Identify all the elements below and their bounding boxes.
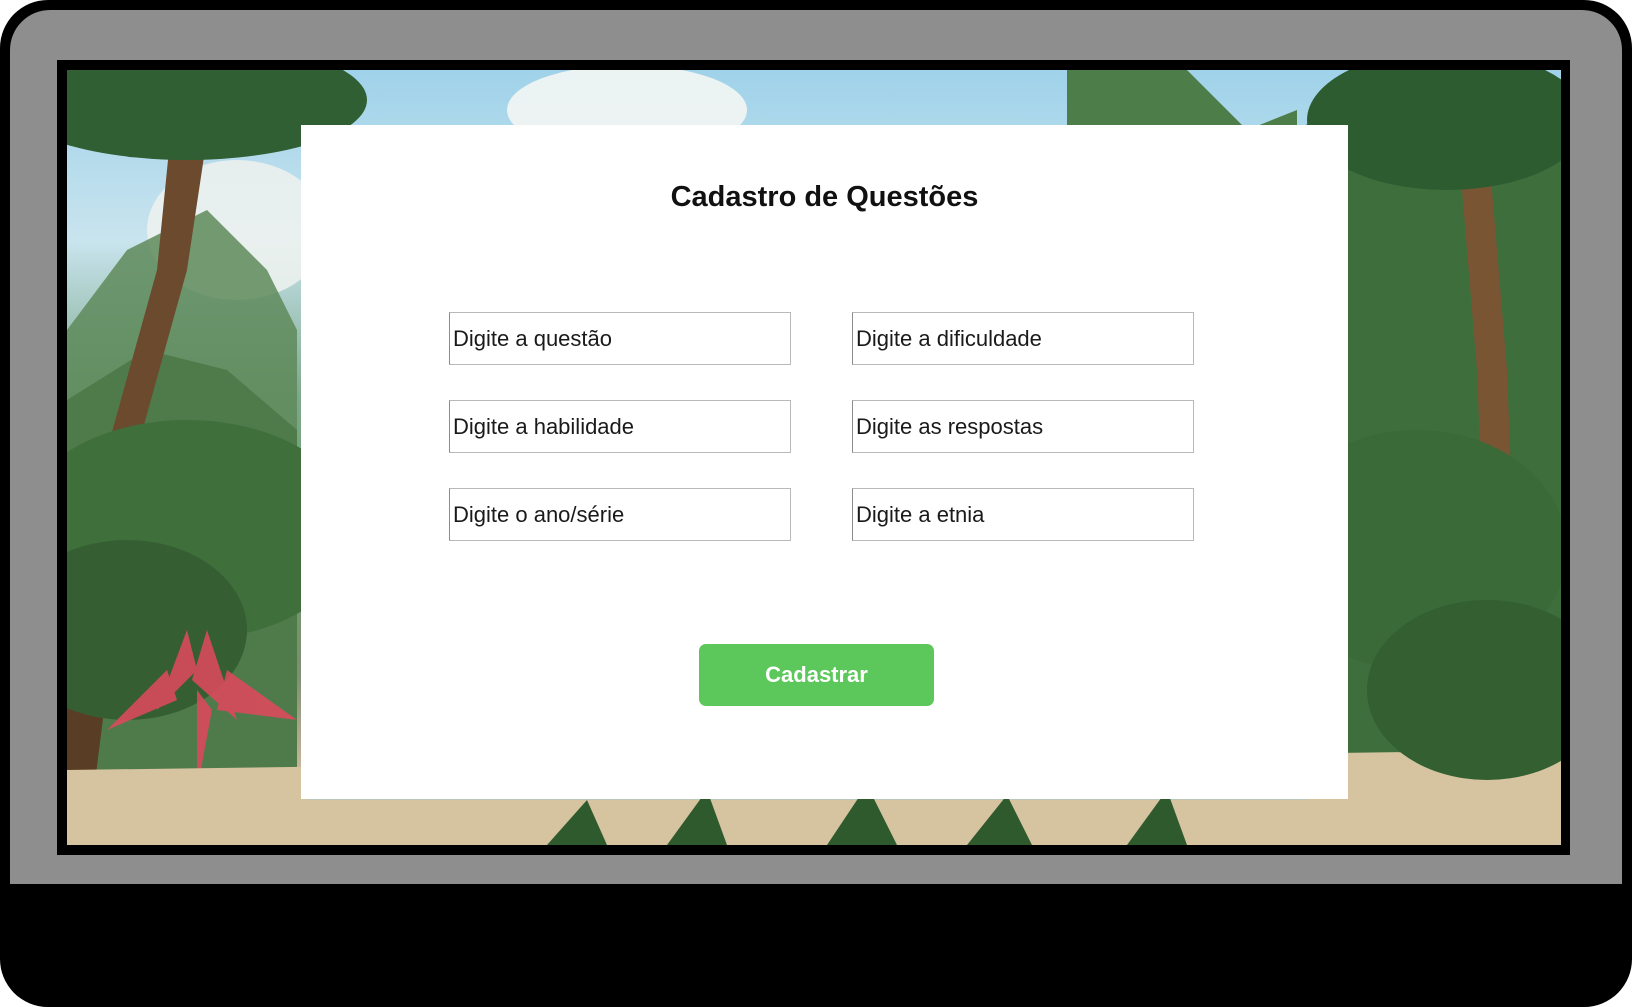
skill-input[interactable] (449, 400, 791, 453)
question-input[interactable] (449, 312, 791, 365)
monitor-frame: Cadastro de Questões Cadastrar (0, 0, 1632, 1007)
difficulty-input[interactable] (852, 312, 1194, 365)
question-form-card: Cadastro de Questões Cadastrar (301, 125, 1348, 799)
answers-input[interactable] (852, 400, 1194, 453)
submit-button[interactable]: Cadastrar (699, 644, 934, 706)
grade-input[interactable] (449, 488, 791, 541)
ethnicity-input[interactable] (852, 488, 1194, 541)
page-title: Cadastro de Questões (670, 181, 979, 213)
